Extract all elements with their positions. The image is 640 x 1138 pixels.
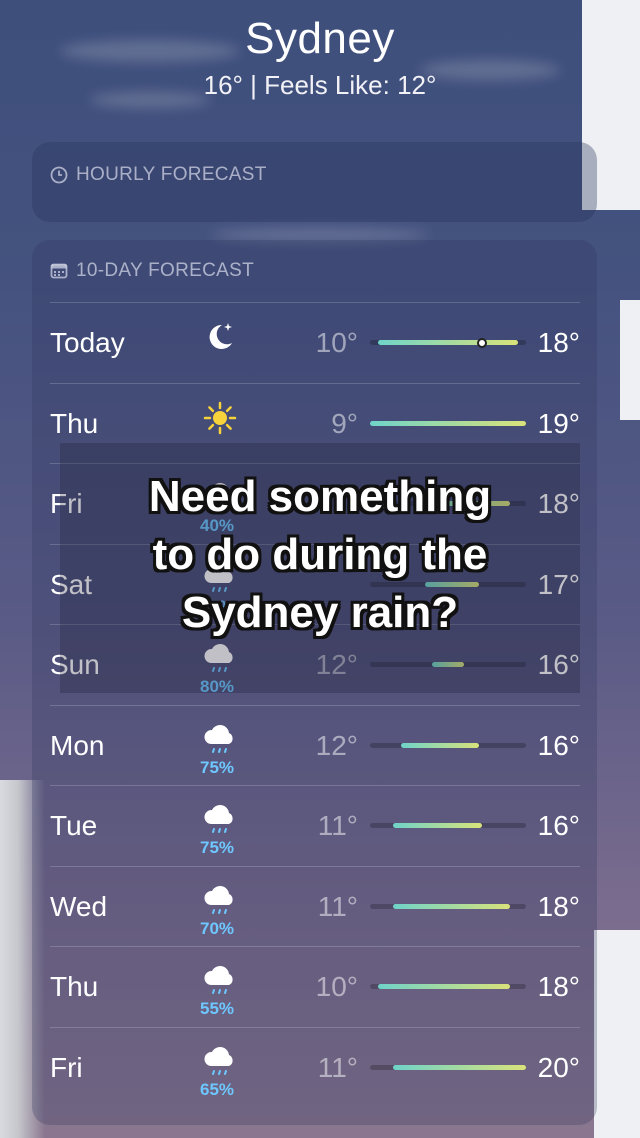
- cloud-rain-icon: [200, 961, 240, 1001]
- high-temperature: 19°: [537, 407, 580, 439]
- day-label: Thu: [50, 407, 99, 439]
- temperature-range-fill: [393, 1064, 526, 1070]
- hourly-forecast-title: HOURLY FORECAST: [76, 164, 267, 185]
- forecast-rows: Today 10° 18° Thu 9° 19° Fri 40% 18° Sat 75% 17° Sun…: [50, 302, 580, 1107]
- temperature-range-bar: [370, 337, 526, 348]
- forecast-row[interactable]: Wed 70% 11° 18°: [50, 865, 580, 947]
- precipitation-chance: 70%: [199, 918, 235, 938]
- low-temperature: 11°: [317, 1051, 358, 1083]
- day-label: Tue: [50, 810, 98, 841]
- high-temperature: 18°: [537, 327, 580, 358]
- location-header: Sydney 16° | Feels Like: 12°: [0, 14, 640, 101]
- cloud-rain-icon: [200, 800, 240, 840]
- low-temperature: 11°: [317, 890, 358, 922]
- current-temperature-dot: [477, 337, 488, 348]
- day-label: Today: [50, 327, 125, 358]
- temperature-range-bar: [370, 420, 526, 426]
- low-temperature: 12°: [315, 729, 358, 761]
- temperature-range-bar: [370, 742, 526, 748]
- hourly-forecast-card[interactable]: HOURLY FORECAST: [32, 142, 597, 222]
- temperature-range-fill: [401, 742, 480, 748]
- day-label: Thu: [50, 971, 99, 1002]
- high-temperature: 18°: [537, 890, 580, 922]
- current-temperature: 16° | Feels Like: 12°: [203, 70, 437, 100]
- temperature-range-bar: [370, 903, 526, 909]
- precipitation-chance: 55%: [199, 999, 235, 1018]
- temperature-range-fill: [393, 903, 511, 909]
- weather-screen: Sydney 16° | Feels Like: 12° HOURLY FORE…: [0, 0, 640, 1138]
- sun-icon: [200, 398, 240, 438]
- low-temperature: 11°: [317, 810, 358, 841]
- cloud-rain-icon: [200, 1042, 240, 1082]
- temperature-range-fill: [393, 823, 483, 828]
- day-label: Fri: [50, 1051, 83, 1083]
- cloud-rain-icon: [200, 881, 240, 921]
- caption-line: Sydney rain?: [181, 588, 459, 637]
- high-temperature: 20°: [537, 1051, 580, 1083]
- forecast-row[interactable]: Today 10° 18°: [50, 302, 580, 383]
- temperature-range-fill: [377, 340, 519, 345]
- forecast-row[interactable]: Tue 75% 11° 16°: [50, 785, 580, 866]
- temperature-range-bar: [370, 823, 526, 828]
- high-temperature: 16°: [537, 810, 580, 841]
- precipitation-chance: 75%: [199, 757, 235, 777]
- temperature-range-bar: [370, 1064, 526, 1070]
- high-temperature: 18°: [537, 971, 580, 1002]
- forecast-row[interactable]: Thu 55% 10° 18°: [50, 946, 580, 1027]
- precipitation-chance: 75%: [199, 838, 235, 857]
- forecast-row[interactable]: Fri 65% 11° 20°: [50, 1026, 580, 1108]
- low-temperature: 10°: [315, 971, 358, 1002]
- low-temperature: 10°: [315, 327, 358, 358]
- temperature-range-bar: [370, 984, 526, 989]
- calendar-icon: [50, 262, 68, 280]
- clock-icon: [50, 166, 68, 184]
- temperature-range-fill: [377, 984, 511, 989]
- caption: Need something to do during the Sydney r…: [40, 468, 600, 642]
- caption-line: Need something: [148, 472, 492, 521]
- cloud-rain-icon: [200, 720, 240, 760]
- moon-stars-icon: [200, 317, 240, 357]
- temperature-range-fill: [370, 420, 526, 426]
- day-label: Mon: [50, 729, 105, 761]
- ten-day-forecast-title: 10-DAY FORECAST: [76, 260, 255, 281]
- day-label: Wed: [50, 890, 108, 922]
- high-temperature: 16°: [537, 729, 580, 761]
- hourly-forecast-label: HOURLY FORECAST: [50, 164, 267, 186]
- caption-line: to do during the: [152, 530, 488, 579]
- forecast-row[interactable]: Mon 75% 12° 16°: [50, 704, 580, 786]
- low-temperature: 9°: [331, 407, 358, 439]
- precipitation-chance: 65%: [199, 1079, 235, 1099]
- ten-day-forecast-label: 10-DAY FORECAST: [50, 260, 254, 282]
- city-name: Sydney: [245, 14, 395, 63]
